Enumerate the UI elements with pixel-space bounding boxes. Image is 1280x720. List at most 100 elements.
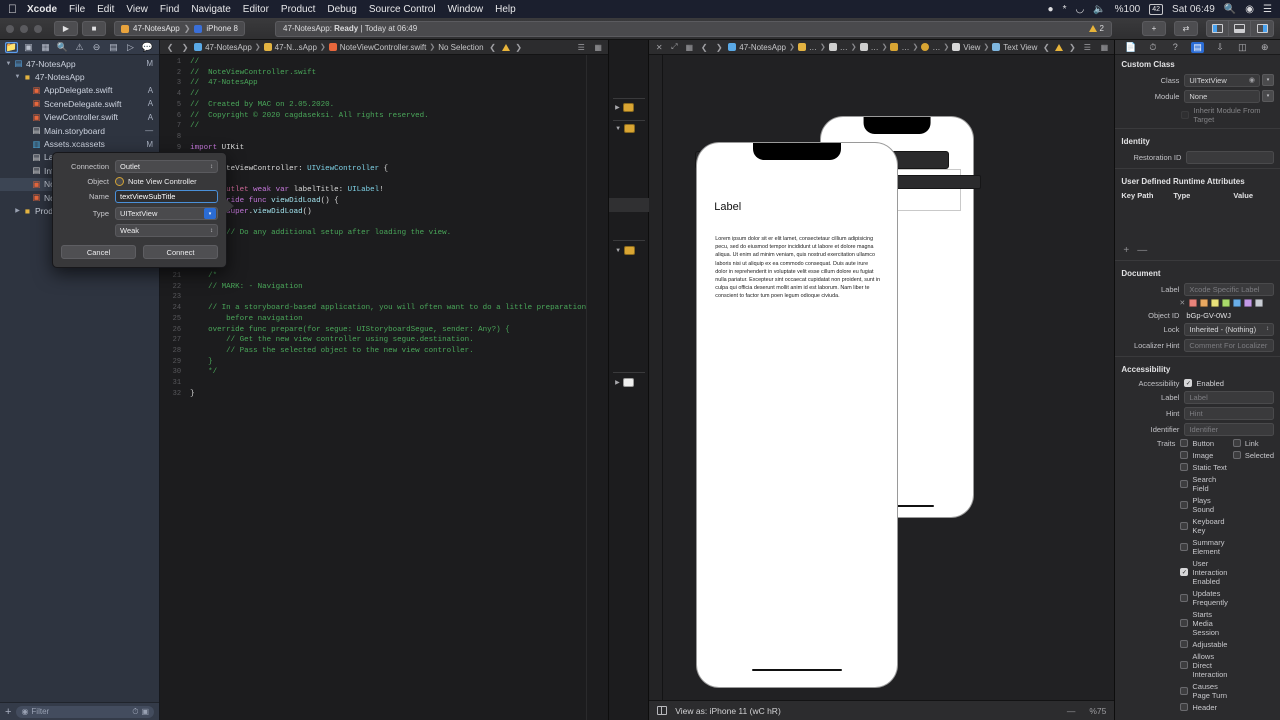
- zoom-out-button[interactable]: —: [1067, 706, 1076, 716]
- back-button[interactable]: ❮: [164, 43, 176, 52]
- runtime-attrs-empty-list[interactable]: [1115, 202, 1280, 244]
- class-value-field[interactable]: UITextView ◉: [1184, 73, 1260, 87]
- back-button[interactable]: ❮: [698, 43, 710, 52]
- clear-icon[interactable]: ◉: [1249, 76, 1255, 84]
- code-line[interactable]: class NoteViewController: UIViewControll…: [190, 164, 586, 175]
- code-line[interactable]: // In a storyboard-based application, yo…: [190, 303, 586, 314]
- code-line[interactable]: [190, 378, 586, 389]
- outlet-name-input[interactable]: textViewSubTitle: [115, 190, 218, 203]
- crumb-project[interactable]: 47-NotesApp: [739, 43, 786, 52]
- menu-item-help[interactable]: Help: [495, 4, 516, 15]
- breadcrumb[interactable]: 47-NotesApp ❯ 47-N...sApp ❯ NoteViewCont…: [194, 43, 484, 52]
- inherit-module-checkbox[interactable]: [1181, 110, 1190, 119]
- tab-debug-navigator[interactable]: ▤: [107, 42, 120, 53]
- file-tree-row[interactable]: ▼ ▤ 47-NotesApp M: [0, 57, 159, 70]
- trait-checkbox[interactable]: [1180, 619, 1189, 627]
- trait-checkbox[interactable]: [1180, 500, 1189, 509]
- code-line[interactable]: // Created by MAC on 2.05.2020.: [190, 100, 586, 111]
- code-line[interactable]: //: [190, 89, 586, 100]
- trait-row[interactable]: Selected: [1232, 451, 1274, 460]
- outline-scene-1[interactable]: ▶: [615, 103, 634, 112]
- tab-report-navigator[interactable]: 💬: [141, 42, 154, 53]
- remove-runtime-attr-button[interactable]: —: [1137, 245, 1147, 256]
- disclosure-triangle-icon[interactable]: ▼: [615, 126, 621, 132]
- code-line[interactable]: // Do any additional setup after loading…: [190, 228, 586, 239]
- acc-hint-input[interactable]: Hint: [1184, 406, 1274, 420]
- trait-checkbox[interactable]: [1232, 439, 1241, 447]
- editor-swap-button[interactable]: ⇄: [1174, 21, 1198, 36]
- trait-row[interactable]: Starts Media Session: [1180, 610, 1227, 637]
- recent-files-icon[interactable]: ⏱: [132, 707, 138, 717]
- localizer-hint-input[interactable]: Comment For Localizer: [1184, 338, 1274, 352]
- tab-file-inspector[interactable]: 📄: [1124, 42, 1137, 53]
- tab-symbol-navigator[interactable]: ▦: [39, 42, 52, 53]
- expand-editor-button[interactable]: ⤢: [668, 42, 680, 52]
- menu-item-window[interactable]: Window: [448, 4, 484, 15]
- document-outline-strip[interactable]: ▶ ▼ ▼ ▶: [609, 40, 655, 720]
- crumb-1[interactable]: …: [809, 43, 817, 52]
- code-line[interactable]: [190, 132, 586, 143]
- trait-row[interactable]: Static Text: [1180, 463, 1227, 472]
- menu-item-source-control[interactable]: Source Control: [369, 4, 436, 15]
- code-line[interactable]: import UIKit: [190, 143, 586, 154]
- editor-options-button[interactable]: ▦: [683, 43, 695, 52]
- breadcrumb-project[interactable]: 47-NotesApp: [205, 43, 252, 52]
- file-tree-row[interactable]: ▣ AppDelegate.swift A: [0, 84, 159, 97]
- code-line[interactable]: [190, 218, 586, 229]
- color-swatch[interactable]: [1200, 299, 1209, 307]
- menu-item-edit[interactable]: Edit: [97, 4, 114, 15]
- file-tree-row[interactable]: ▥ Assets.xcassets M: [0, 137, 159, 150]
- trait-row[interactable]: Keyboard Key: [1180, 517, 1227, 535]
- canvas-breadcrumb[interactable]: 47-NotesApp ❯ … ❯ … ❯ … ❯ … ❯ … ❯ View ❯…: [728, 43, 1037, 52]
- object-value-row[interactable]: Note View Controller: [115, 177, 197, 186]
- label-color-swatches[interactable]: ✕: [1115, 297, 1280, 309]
- code-line[interactable]: /*: [190, 271, 586, 282]
- file-tree-row[interactable]: ▼ ■ 47-NotesApp: [0, 70, 159, 83]
- doc-label-input[interactable]: Xcode Specific Label: [1184, 282, 1274, 296]
- trait-row[interactable]: Button: [1180, 439, 1227, 448]
- zoom-window-button[interactable]: [34, 24, 42, 33]
- color-swatch[interactable]: [1233, 299, 1242, 307]
- toggle-debug-area-button[interactable]: [1229, 21, 1251, 36]
- add-file-button[interactable]: +: [5, 706, 11, 718]
- trait-checkbox[interactable]: [1180, 463, 1189, 471]
- code-line[interactable]: // Get the new view controller using seg…: [190, 335, 586, 346]
- accessibility-enabled-checkbox[interactable]: ✓: [1184, 379, 1193, 387]
- tab-find-navigator[interactable]: 🔍: [56, 42, 69, 53]
- trait-checkbox[interactable]: [1180, 521, 1189, 530]
- color-swatch[interactable]: [1222, 299, 1231, 307]
- code-line[interactable]: [190, 260, 586, 271]
- code-line[interactable]: */: [190, 367, 586, 378]
- trait-checkbox[interactable]: [1180, 686, 1189, 695]
- trait-row[interactable]: Adjustable: [1180, 640, 1227, 649]
- tab-size-inspector[interactable]: ◫: [1236, 42, 1249, 53]
- code-line[interactable]: [190, 175, 586, 186]
- code-line[interactable]: [190, 153, 586, 164]
- trait-checkbox[interactable]: [1180, 451, 1189, 459]
- trait-checkbox[interactable]: [1180, 542, 1189, 551]
- crumb-5[interactable]: …: [932, 43, 940, 52]
- menu-item-editor[interactable]: Editor: [243, 4, 269, 15]
- code-line[interactable]: @IBOutlet weak var labelTitle: UILabel!: [190, 185, 586, 196]
- apple-icon[interactable]: : [8, 3, 17, 15]
- crumb-2[interactable]: …: [840, 43, 848, 52]
- selected-scene-phone[interactable]: Label Lorem ipsum dolor sit er elit lame…: [697, 143, 898, 687]
- disclosure-triangle-icon[interactable]: ▼: [615, 248, 621, 254]
- source-control-filter-icon[interactable]: ▣: [142, 707, 150, 717]
- chevron-down-icon[interactable]: ▾: [204, 208, 216, 219]
- minimize-window-button[interactable]: [20, 24, 28, 33]
- forward-button[interactable]: ❯: [713, 43, 725, 52]
- menu-item-find[interactable]: Find: [160, 4, 179, 15]
- trait-checkbox[interactable]: [1180, 439, 1189, 447]
- tab-connections-inspector[interactable]: ⊕: [1258, 42, 1271, 53]
- outline-scene-2[interactable]: ▼: [615, 124, 636, 133]
- disclosure-triangle-icon[interactable]: ▶: [615, 104, 620, 111]
- code-line[interactable]: //: [190, 121, 586, 132]
- code-line[interactable]: // Copyright © 2020 cagdaseksi. All righ…: [190, 111, 586, 122]
- code-line[interactable]: [190, 292, 586, 303]
- code-line[interactable]: //: [190, 57, 586, 68]
- menu-item-debug[interactable]: Debug: [327, 4, 356, 15]
- crumb-4[interactable]: …: [901, 43, 909, 52]
- acc-label-input[interactable]: Label: [1184, 390, 1274, 404]
- assistant-editor-icon[interactable]: ▦: [1098, 43, 1110, 52]
